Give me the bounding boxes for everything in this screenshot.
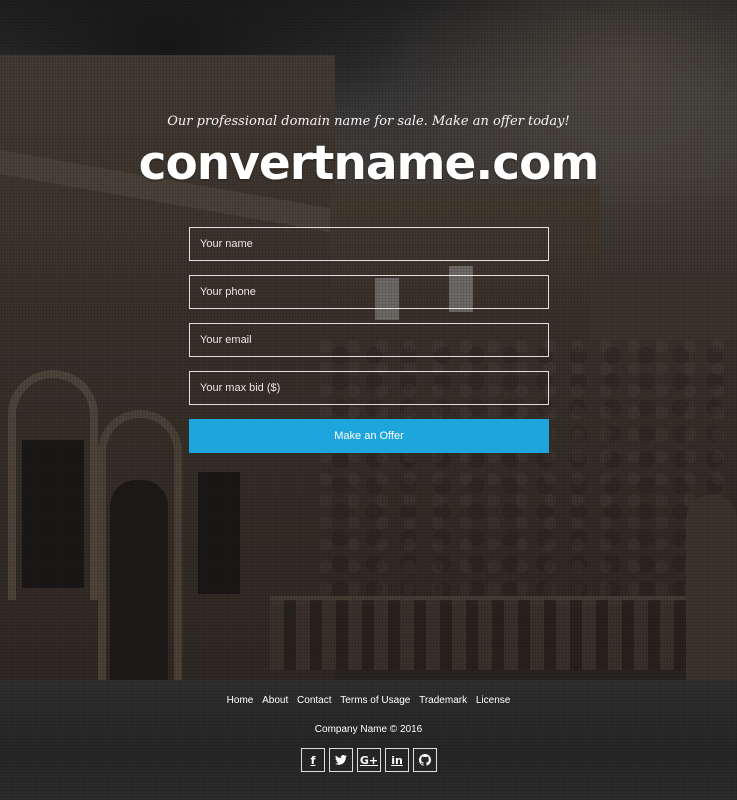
github-octocat-glyph	[419, 754, 431, 766]
domain-title: convertname.com	[138, 136, 600, 191]
twitter-bird-glyph	[335, 755, 347, 765]
facebook-icon[interactable]: f	[301, 748, 325, 772]
name-field[interactable]	[189, 227, 549, 261]
footer-link-about[interactable]: About	[262, 695, 288, 706]
linkedin-icon[interactable]: in	[385, 748, 409, 772]
page-content: Our professional domain name for sale. M…	[0, 0, 737, 800]
footer-nav: Home About Contact Terms of Usage Tradem…	[0, 695, 737, 706]
copyright-text: Company Name © 2016	[314, 724, 423, 735]
footer-link-license[interactable]: License	[476, 695, 510, 706]
footer-link-home[interactable]: Home	[227, 695, 254, 706]
footer-link-trademark[interactable]: Trademark	[419, 695, 467, 706]
offer-form: Make an Offer	[189, 227, 549, 453]
phone-field[interactable]	[189, 275, 549, 309]
make-offer-button[interactable]: Make an Offer	[189, 419, 549, 453]
max-bid-field[interactable]	[189, 371, 549, 405]
footer-link-terms[interactable]: Terms of Usage	[340, 695, 410, 706]
google-plus-icon[interactable]: G+	[357, 748, 381, 772]
tagline: Our professional domain name for sale. M…	[167, 114, 570, 129]
twitter-icon[interactable]	[329, 748, 353, 772]
social-links: f G+ in	[301, 748, 437, 772]
github-icon[interactable]	[413, 748, 437, 772]
footer-link-contact[interactable]: Contact	[297, 695, 331, 706]
email-field[interactable]	[189, 323, 549, 357]
